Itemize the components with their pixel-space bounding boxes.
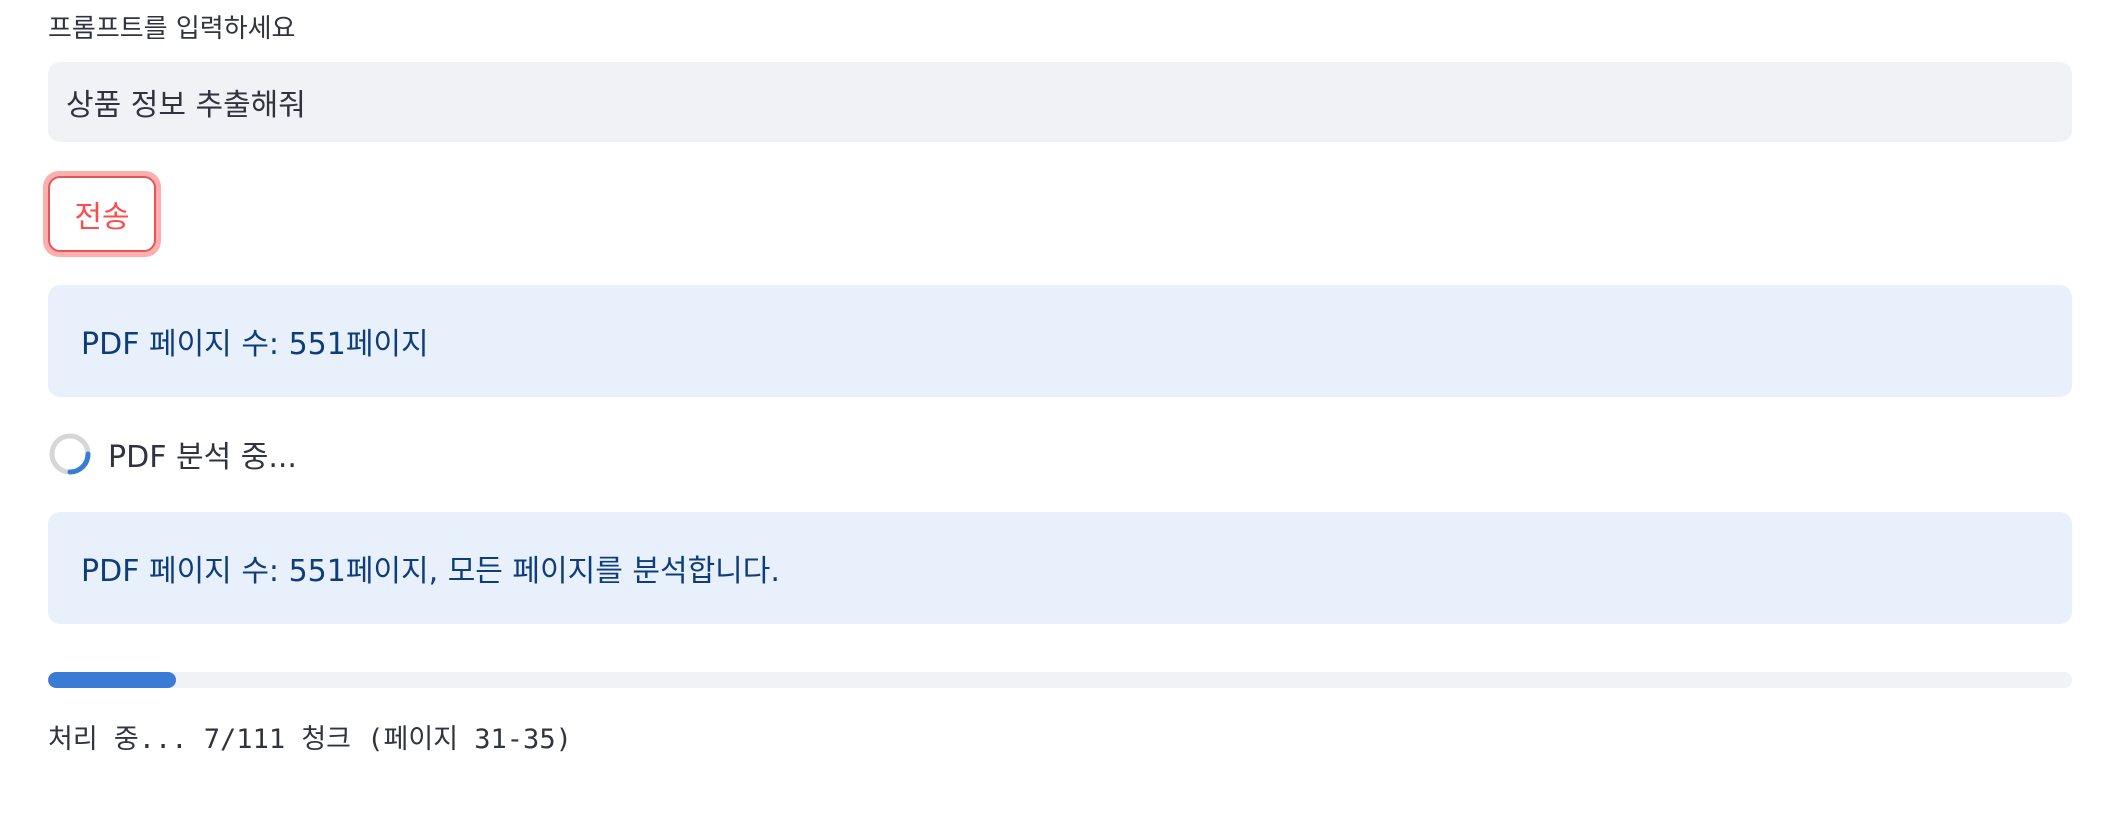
prompt-label: 프롬프트를 입력하세요 (48, 14, 296, 44)
progress-status-text: 처리 중... 7/111 청크 (페이지 31-35) (48, 724, 572, 755)
submit-button-focus-ring: 전송 (43, 171, 161, 257)
spinner-status: PDF 분석 중... (48, 430, 297, 478)
loading-spinner-icon (49, 433, 91, 475)
progress-bar-fill (48, 672, 176, 688)
submit-button[interactable]: 전송 (48, 176, 156, 252)
progress-bar (48, 672, 2072, 688)
info-alert-text: PDF 페이지 수: 551페이지, 모든 페이지를 분석합니다. (81, 554, 780, 589)
prompt-input[interactable] (48, 62, 2072, 142)
info-alert-text: PDF 페이지 수: 551페이지 (81, 327, 429, 362)
info-alert-analyze-all: PDF 페이지 수: 551페이지, 모든 페이지를 분석합니다. (48, 512, 2072, 624)
info-alert-page-count: PDF 페이지 수: 551페이지 (48, 285, 2072, 397)
spinner-text: PDF 분석 중... (108, 440, 297, 475)
